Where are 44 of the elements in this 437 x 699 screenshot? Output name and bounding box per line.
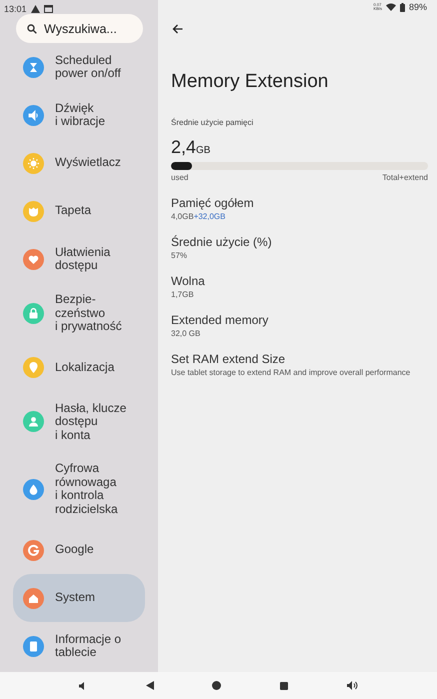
back-icon[interactable] bbox=[172, 24, 183, 34]
row-value: 4,0GB+32,0GB bbox=[171, 212, 226, 221]
volume-up-icon[interactable] bbox=[346, 681, 358, 690]
sidebar-item[interactable]: Scheduled power on/off bbox=[13, 43, 145, 91]
sidebar-item[interactable]: Informacje o tablecie bbox=[13, 622, 145, 670]
sidebar-item[interactable]: System bbox=[13, 574, 145, 622]
settings-row[interactable]: Średnie użycie (%) 57% bbox=[171, 235, 428, 260]
search-field[interactable]: Wyszukiwa... bbox=[16, 14, 143, 43]
window-icon bbox=[44, 4, 53, 12]
sidebar-item[interactable]: Lokalizacja bbox=[13, 344, 145, 392]
sidebar-item[interactable]: Tapeta bbox=[13, 187, 145, 235]
row-title: Set RAM extend Size bbox=[171, 352, 286, 366]
used-label: used bbox=[171, 173, 188, 182]
page-title: Memory Extension bbox=[171, 71, 330, 93]
search-icon bbox=[27, 24, 37, 34]
status-time: 13:01 bbox=[4, 4, 27, 14]
row-value: 32,0 GB bbox=[171, 329, 202, 338]
sidebar-item[interactable]: Bezpie- czeństwo i prywatność bbox=[13, 283, 145, 344]
sidebar-item[interactable]: Google bbox=[13, 526, 145, 574]
settings-row[interactable]: Set RAM extend Size Use tablet storage to extend RAM and improve overall performance bbox=[171, 352, 428, 377]
usage-heading: Średnie użycie pamięci bbox=[171, 118, 254, 127]
battery-level: 89% bbox=[408, 2, 427, 12]
back-triangle-icon[interactable] bbox=[146, 681, 154, 690]
row-value: 1,7GB bbox=[171, 290, 195, 299]
row-value: Use tablet storage to extend RAM and improve overall performance bbox=[171, 368, 412, 377]
wifi-icon bbox=[386, 3, 396, 11]
sidebar-item[interactable]: Dźwięk i wibracje bbox=[13, 91, 145, 139]
settings-row[interactable]: Extended memory 32,0 GB bbox=[171, 313, 428, 338]
row-title: Extended memory bbox=[171, 313, 270, 327]
sidebar-item[interactable]: Cyfrowa równowaga i kontrola rodzicielska bbox=[13, 452, 145, 526]
row-title: Wolna bbox=[171, 274, 206, 288]
sidebar-item[interactable]: Wyświetlacz bbox=[13, 139, 145, 187]
battery-icon bbox=[400, 2, 405, 12]
sidebar-item[interactable]: Hasła, klucze dostępu i konta bbox=[13, 392, 145, 452]
settings-row[interactable]: Pamięć ogółem 4,0GB+32,0GB bbox=[171, 196, 428, 221]
settings-row[interactable]: Wolna 1,7GB bbox=[171, 274, 428, 299]
total-label: Total+extend bbox=[382, 173, 428, 182]
home-icon[interactable] bbox=[212, 681, 222, 690]
sidebar-item[interactable]: Ułatwienia dostępu bbox=[13, 235, 145, 283]
row-title: Pamięć ogółem bbox=[171, 196, 255, 210]
recents-icon[interactable] bbox=[280, 682, 288, 690]
row-value: 57% bbox=[171, 251, 188, 260]
usage-value: 2,4GB bbox=[171, 137, 212, 158]
row-title: Średnie użycie (%) bbox=[171, 235, 273, 249]
